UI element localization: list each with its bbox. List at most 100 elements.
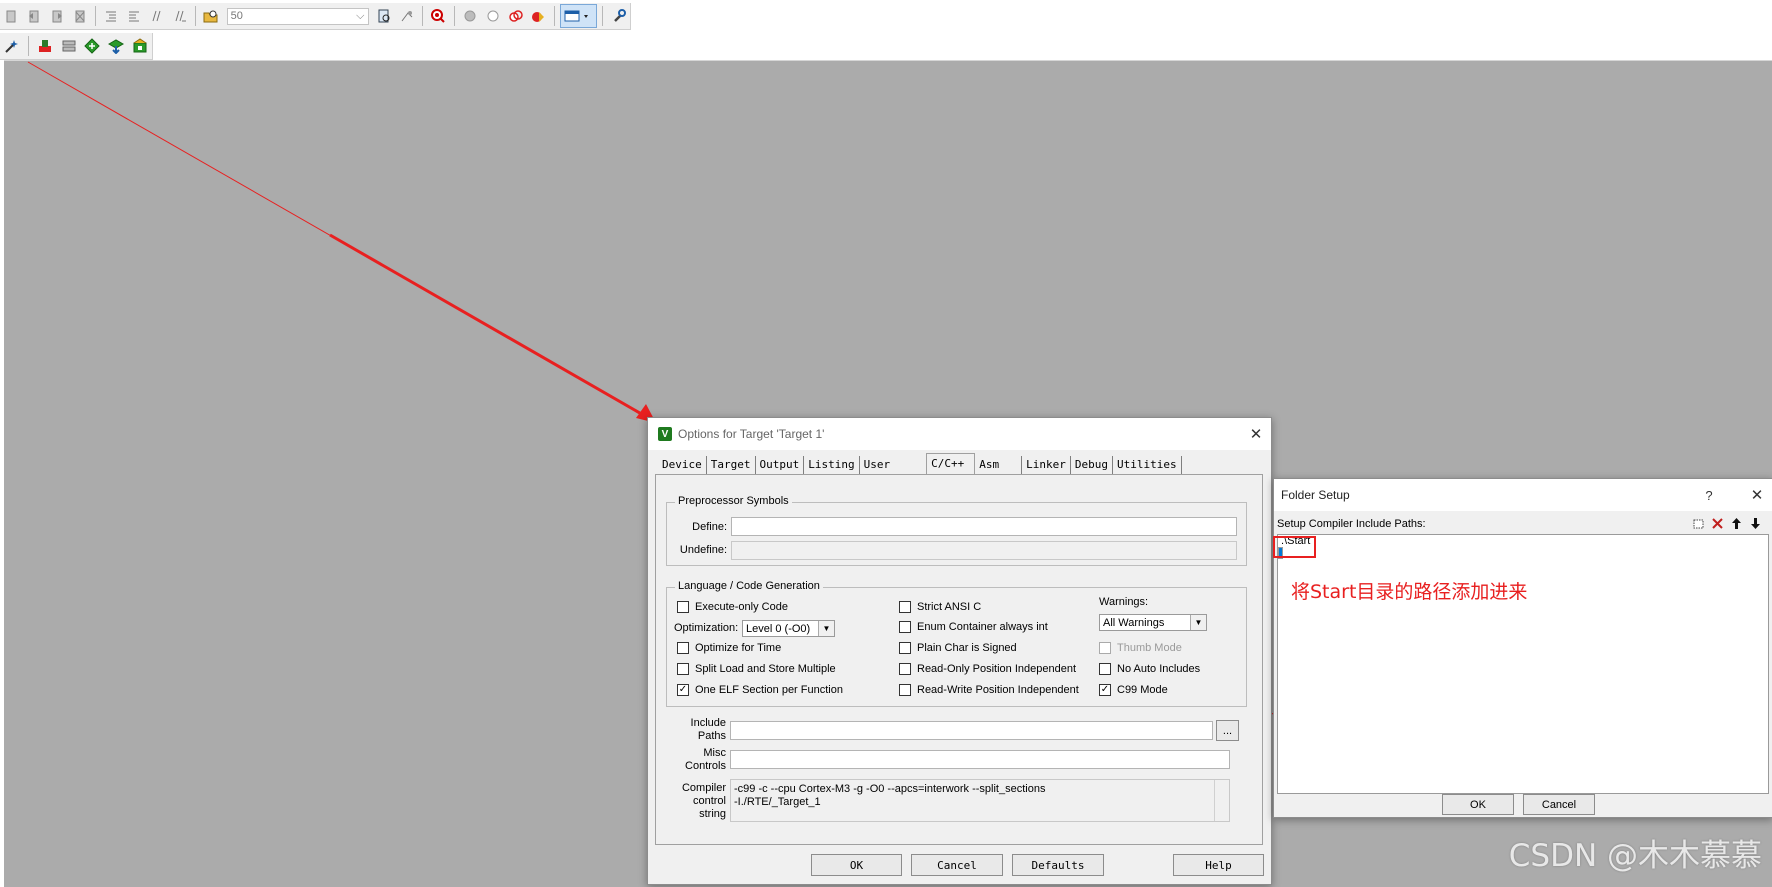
include-paths-input[interactable] [730,721,1213,740]
enum-container-checkbox[interactable]: Enum Container always int [899,621,1048,633]
execute-only-label: Execute-only Code [695,601,788,613]
clear-bookmarks-icon[interactable] [69,5,90,27]
compiler-control-label-line1: Compiler [681,782,726,794]
window-layout-icon[interactable] [559,4,598,28]
cancel-button[interactable]: Cancel [911,854,1003,876]
plain-char-label: Plain Char is Signed [917,642,1017,654]
thumb-mode-checkbox[interactable]: Thumb Mode [1099,642,1182,654]
tab-linker[interactable]: Linker [1022,456,1071,475]
folder-setup-titlebar[interactable]: Folder Setup ? ✕ [1274,479,1772,511]
defaults-button[interactable]: Defaults [1012,854,1104,876]
close-icon[interactable]: ✕ [1742,486,1772,504]
tab-target[interactable]: Target [707,456,756,475]
rw-pi-label: Read-Write Position Independent [917,684,1079,696]
indent-icon[interactable] [101,5,122,27]
checkbox-box [899,601,911,613]
next-bookmark-icon[interactable] [47,5,68,27]
configure-icon[interactable] [608,5,629,27]
split-load-checkbox[interactable]: Split Load and Store Multiple [677,663,836,675]
undefine-input[interactable] [731,541,1237,560]
close-icon[interactable]: ✕ [1241,425,1271,443]
folder-ok-button[interactable]: OK [1442,794,1514,815]
help-button[interactable]: Help [1173,854,1264,876]
move-up-icon[interactable] [1727,515,1746,532]
checkbox-box: ✓ [677,684,689,696]
tab-utilities[interactable]: Utilities [1113,456,1182,475]
list-item[interactable]: .\Start [1278,535,1768,547]
optimization-select[interactable]: Level 0 (-O0) ▼ [742,620,835,637]
tab-asm[interactable]: Asm [975,456,1023,475]
unindent-icon[interactable] [124,5,145,27]
plain-char-checkbox[interactable]: Plain Char is Signed [899,642,1017,654]
highlight-box [1273,536,1316,558]
optimize-time-label: Optimize for Time [695,642,782,654]
one-elf-checkbox[interactable]: ✓ One ELF Section per Function [677,684,843,696]
zoom-value: 50 [230,10,243,22]
tab-listing[interactable]: Listing [804,456,860,475]
keil-logo-icon: V [658,427,672,441]
download-icon[interactable] [105,35,127,57]
undefine-label: Undefine: [679,544,727,556]
codegen-group: Language / Code Generation Execute-only … [666,580,1247,707]
translate-icon[interactable] [34,35,56,57]
disable-breakpoint-icon[interactable] [482,5,503,27]
misc-controls-input[interactable] [730,750,1230,769]
include-paths-list[interactable]: .\Start [1277,534,1769,794]
debug-start-icon[interactable] [428,5,449,27]
include-paths-browse-button[interactable]: ... [1216,720,1239,741]
annotation-text: 将Start目录的路径添加进来 [1291,581,1528,603]
strict-ansi-label: Strict ANSI C [917,601,982,613]
kill-all-breakpoints-icon[interactable] [528,5,549,27]
breakpoint-icon[interactable] [460,5,481,27]
tab-debug[interactable]: Debug [1071,456,1113,475]
c99-mode-label: C99 Mode [1117,684,1168,696]
build-icon[interactable] [58,35,80,57]
wizard-icon[interactable] [1,35,23,57]
chevron-down-icon: ▼ [818,621,834,636]
pack-installer-icon[interactable] [129,35,151,57]
define-input[interactable] [731,517,1237,536]
ro-pi-label: Read-Only Position Independent [917,663,1076,675]
move-down-icon[interactable] [1746,515,1765,532]
no-auto-includes-checkbox[interactable]: No Auto Includes [1099,663,1200,675]
warnings-label: Warnings: [1099,596,1149,608]
warnings-select[interactable]: All Warnings ▼ [1099,614,1207,631]
ro-pi-checkbox[interactable]: Read-Only Position Independent [899,663,1076,675]
compiler-control-string[interactable]: -c99 -c --cpu Cortex-M3 -g -O0 --apcs=in… [730,779,1230,822]
optimize-time-checkbox[interactable]: Optimize for Time [677,642,781,654]
folder-cancel-button[interactable]: Cancel [1523,794,1595,815]
c99-mode-checkbox[interactable]: ✓ C99 Mode [1099,684,1168,696]
tab-user[interactable]: User [860,456,927,475]
cpp-tab-page: Preprocessor Symbols Define: Undefine: L… [655,474,1263,845]
prev-bookmark-icon[interactable] [24,5,45,27]
ok-button[interactable]: OK [811,854,902,876]
compiler-control-label-line2: control [692,795,726,807]
find-icon[interactable] [374,5,395,27]
chevron-down-icon: ▼ [1190,615,1206,630]
kill-breakpoints-icon[interactable] [505,5,526,27]
rebuild-icon[interactable] [81,35,103,57]
optimization-value: Level 0 (-O0) [746,622,811,635]
zoom-combo[interactable]: 50 ⌵ [226,7,369,25]
uncomment-icon[interactable] [169,5,190,27]
include-paths-header-label: Setup Compiler Include Paths: [1277,517,1426,530]
incremental-find-icon[interactable] [396,5,417,27]
comment-icon[interactable] [146,5,167,27]
find-in-files-icon[interactable] [201,5,222,27]
tab-output[interactable]: Output [756,456,805,475]
scrollbar[interactable] [1214,780,1229,821]
new-folder-icon[interactable] [1689,515,1708,532]
rw-pi-checkbox[interactable]: Read-Write Position Independent [899,684,1079,696]
misc-controls-label-line1: Misc [703,747,726,759]
tab-device[interactable]: Device [658,456,707,475]
toolbar-area: 50 ⌵ [0,0,1772,61]
execute-only-checkbox[interactable]: Execute-only Code [677,601,788,613]
delete-icon[interactable] [1708,515,1727,532]
compiler-control-label-line3: string [699,808,726,820]
help-icon[interactable]: ? [1694,488,1724,503]
bookmark-icon[interactable] [1,5,22,27]
options-dialog: V Options for Target 'Target 1' ✕ Device… [647,417,1272,885]
strict-ansi-checkbox[interactable]: Strict ANSI C [899,601,981,613]
checkbox-box [1099,663,1111,675]
options-titlebar[interactable]: V Options for Target 'Target 1' ✕ [648,418,1271,450]
